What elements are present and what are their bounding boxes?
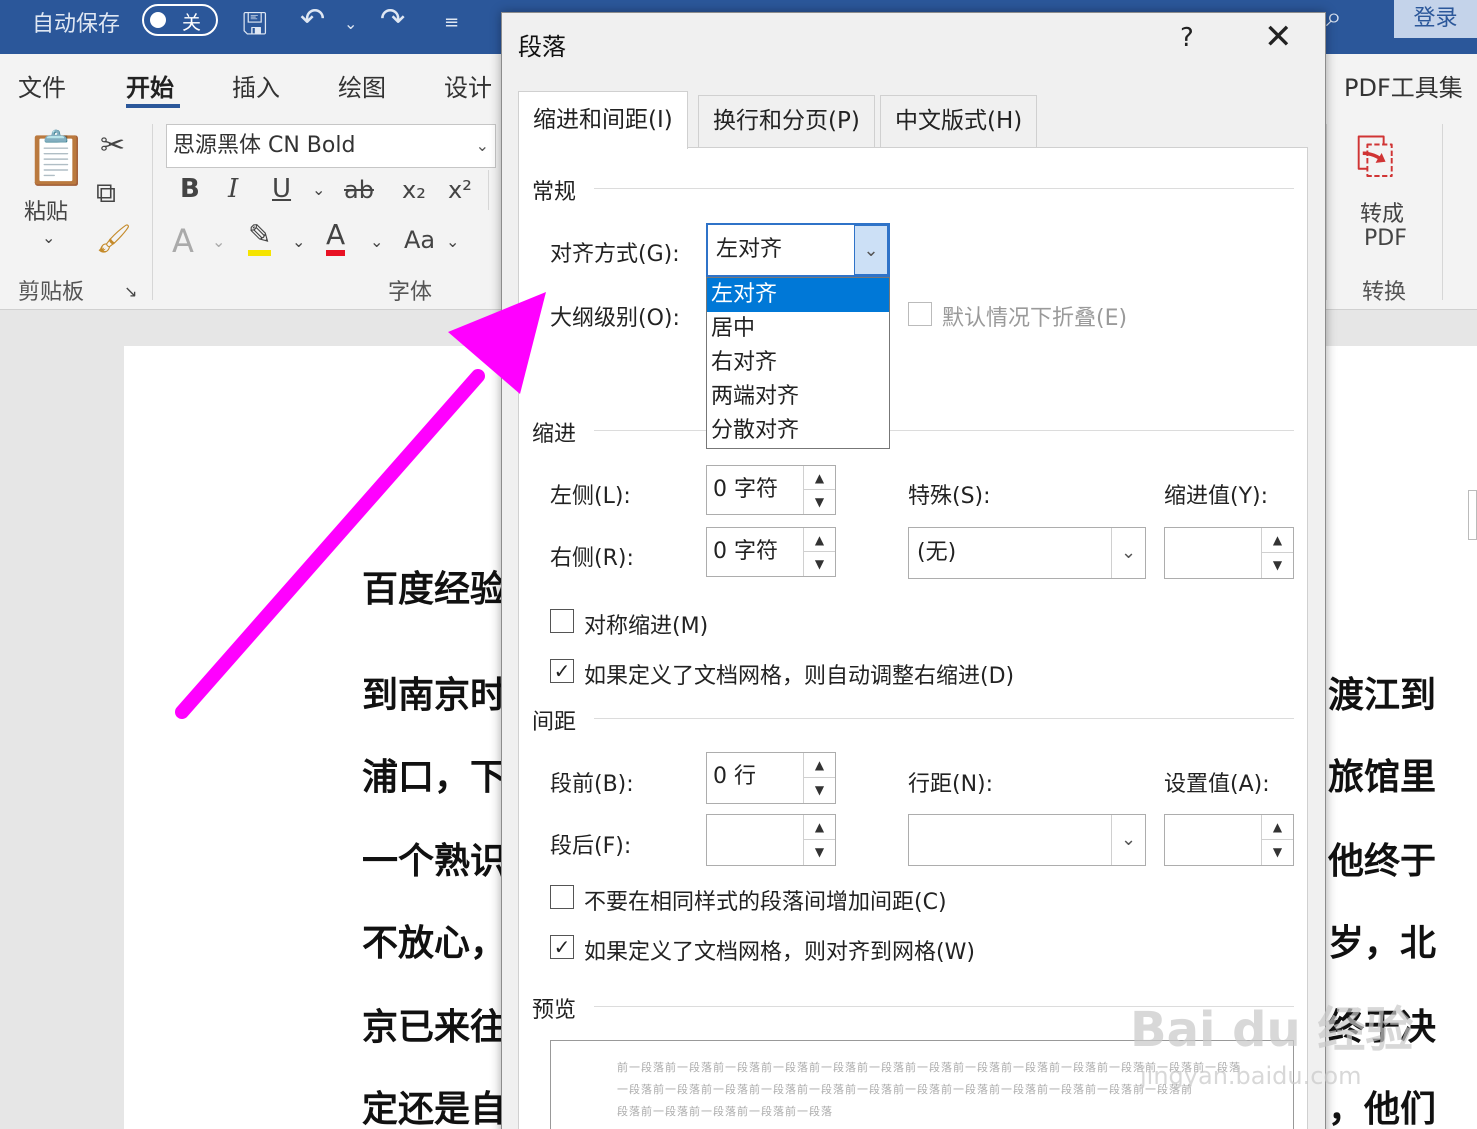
arrow-head bbox=[448, 292, 546, 394]
annotation-arrow-icon bbox=[175, 292, 546, 719]
arrow-shaft bbox=[175, 369, 485, 719]
